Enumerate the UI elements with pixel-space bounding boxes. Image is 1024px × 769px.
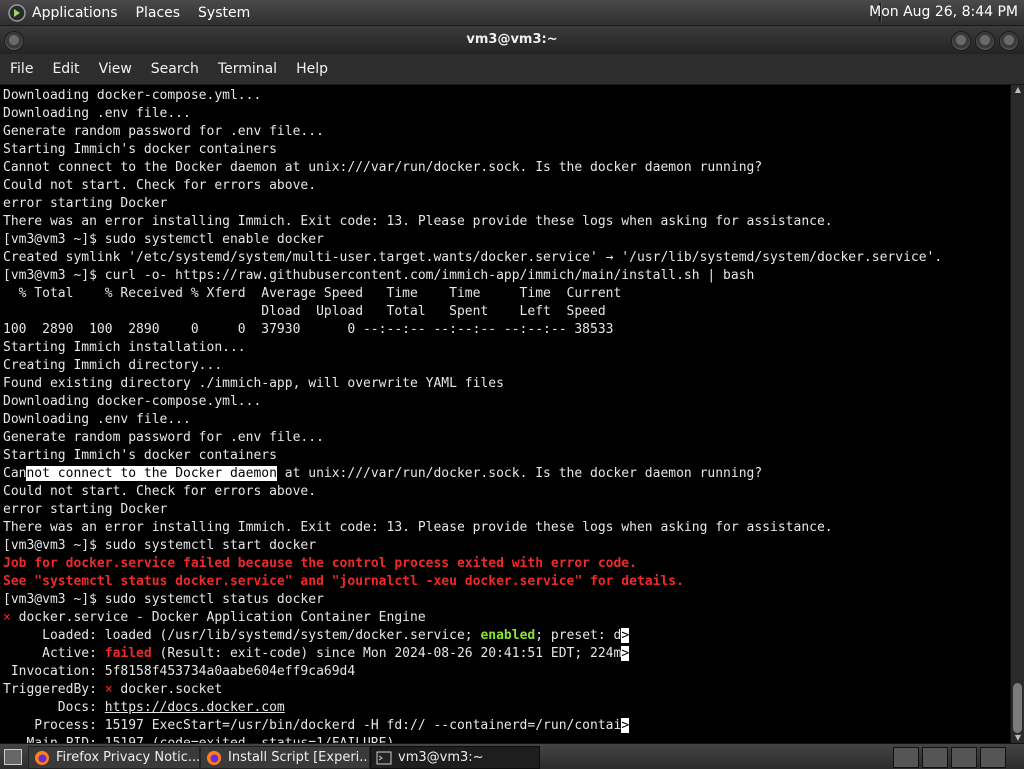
terminal-line: Creating Immich directory... <box>3 358 223 373</box>
scroll-down-icon[interactable]: ▼ <box>1011 733 1024 743</box>
enabled-label: enabled <box>480 628 536 643</box>
menu-search[interactable]: Search <box>151 61 199 77</box>
menu-file[interactable]: File <box>10 61 33 77</box>
task-label: vm3@vm3:~ <box>398 750 484 765</box>
text-selection[interactable]: not connect to the Docker daemon <box>26 466 277 481</box>
status-unit-line: × docker.service - Docker Application Co… <box>3 609 1010 627</box>
unit-desc: docker.service - Docker Application Cont… <box>10 610 426 625</box>
terminal-line: Found existing directory ./immich-app, w… <box>3 376 504 391</box>
terminal-line: Generate random password for .env file..… <box>3 124 324 139</box>
terminal-line: Starting Immich installation... <box>3 340 246 355</box>
sel-before: Can <box>3 466 27 481</box>
window-title: vm3@vm3:~ <box>466 32 558 47</box>
workspace-1[interactable] <box>893 747 919 768</box>
docs-text: Docs: <box>3 700 105 715</box>
triggered-text: TriggeredBy: <box>3 682 105 697</box>
terminal-line: [vm3@vm3 ~]$ curl -o- https://raw.github… <box>3 268 755 283</box>
status-mainpid-line: Main PID: 15197 (code=exited, status=1/F… <box>3 735 1010 743</box>
failed-x-icon: × <box>3 610 11 625</box>
terminal-line: [vm3@vm3 ~]$ sudo systemctl start docker <box>3 538 317 553</box>
terminal-line: Could not start. Check for errors above. <box>3 484 317 499</box>
clock[interactable]: Mon Aug 26, 8:44 PM <box>869 4 1018 20</box>
docs-link[interactable]: https://docs.docker.com <box>105 700 285 715</box>
task-label: Install Script [Experi... <box>228 750 370 765</box>
task-label: Firefox Privacy Notic... <box>56 750 200 765</box>
terminal-line: Starting Immich's docker containers <box>3 448 277 463</box>
workspace-3[interactable] <box>951 747 977 768</box>
status-docs-line: Docs: https://docs.docker.com <box>3 699 1010 717</box>
process-text: Process: 15197 ExecStart=/usr/bin/docker… <box>3 718 622 733</box>
terminal-line: [vm3@vm3 ~]$ sudo systemctl status docke… <box>3 592 324 607</box>
show-desktop-icon[interactable] <box>4 749 22 765</box>
terminal-line: Downloading .env file... <box>3 412 191 427</box>
truncation-marker: > <box>621 628 630 643</box>
loaded-tail: ; preset: d <box>535 628 622 643</box>
menu-terminal[interactable]: Terminal <box>218 61 277 77</box>
terminal-line: Downloading docker-compose.yml... <box>3 88 262 103</box>
terminal-line: There was an error installing Immich. Ex… <box>3 520 833 535</box>
maximize-icon[interactable] <box>975 31 995 51</box>
status-active-line: Active: failed (Result: exit-code) since… <box>3 645 1010 663</box>
truncation-marker: > <box>621 718 630 733</box>
truncation-marker: > <box>621 646 630 661</box>
error-line: See "systemctl status docker.service" an… <box>3 574 684 589</box>
minimize-icon[interactable] <box>951 31 971 51</box>
menu-help[interactable]: Help <box>296 61 328 77</box>
scrollbar-thumb[interactable] <box>1013 683 1022 733</box>
terminal-line: There was an error installing Immich. Ex… <box>3 214 833 229</box>
workspace-2[interactable] <box>922 747 948 768</box>
close-icon[interactable] <box>999 31 1019 51</box>
failed-label: failed <box>104 646 152 661</box>
menu-edit[interactable]: Edit <box>52 61 79 77</box>
window-titlebar[interactable]: vm3@vm3:~ <box>0 26 1024 54</box>
places-menu[interactable]: Places <box>136 5 181 21</box>
distro-logo-icon[interactable] <box>8 3 26 22</box>
firefox-icon <box>35 750 49 765</box>
terminal-line: % Total % Received % Xferd Average Speed… <box>3 286 622 301</box>
active-tail: (Result: exit-code) since Mon 2024-08-26… <box>151 646 622 661</box>
terminal-line: Downloading .env file... <box>3 106 191 121</box>
bottom-taskbar: Firefox Privacy Notic... Install Script … <box>0 743 1024 769</box>
failed-x-icon: × <box>104 682 113 697</box>
applications-menu[interactable]: Applications <box>32 5 118 21</box>
task-install-script[interactable]: Install Script [Experi... <box>200 746 370 769</box>
error-line: Job for docker.service failed because th… <box>3 556 637 571</box>
terminal-line: Dload Upload Total Spent Left Speed <box>3 304 606 319</box>
terminal-menubar: File Edit View Search Terminal Help <box>0 54 1024 85</box>
socket-name: docker.socket <box>112 682 223 697</box>
terminal-line: Created symlink '/etc/systemd/system/mul… <box>3 250 943 265</box>
terminal-line: Generate random password for .env file..… <box>3 430 324 445</box>
sel-after: at unix:///var/run/docker.sock. Is the d… <box>276 466 763 481</box>
terminal-line: error starting Docker <box>3 196 168 211</box>
terminal-line: error starting Docker <box>3 502 168 517</box>
terminal-scrollbar[interactable]: ▲ ▼ <box>1010 85 1024 743</box>
terminal-line: Starting Immich's docker containers <box>3 142 277 157</box>
status-process-line: Process: 15197 ExecStart=/usr/bin/docker… <box>3 717 1010 735</box>
active-text: Active: <box>3 646 105 661</box>
task-firefox-privacy[interactable]: Firefox Privacy Notic... <box>28 746 200 769</box>
terminal-output[interactable]: Downloading docker-compose.yml... Downloa… <box>0 85 1010 743</box>
scroll-up-icon[interactable]: ▲ <box>1011 85 1024 95</box>
terminal-line-selected: Cannot connect to the Docker daemon at u… <box>3 465 1010 483</box>
terminal-line: Downloading docker-compose.yml... <box>3 394 262 409</box>
terminal-icon <box>376 751 392 764</box>
status-invocation-line: Invocation: 5f8158f453734a0aabe604eff9ca… <box>3 664 356 679</box>
status-triggered-line: TriggeredBy: × docker.socket <box>3 681 1010 699</box>
task-terminal[interactable]: vm3@vm3:~ <box>370 746 540 769</box>
firefox-icon <box>207 750 221 765</box>
terminal-line: Cannot connect to the Docker daemon at u… <box>3 160 763 175</box>
workspace-4[interactable] <box>980 747 1006 768</box>
top-panel: Applications Places System Mon Aug 26, 8… <box>0 0 1024 26</box>
status-loaded-line: Loaded: loaded (/usr/lib/systemd/system/… <box>3 627 1010 645</box>
loaded-text: Loaded: loaded (/usr/lib/systemd/system/… <box>3 628 481 643</box>
menu-view[interactable]: View <box>99 61 132 77</box>
terminal-line: [vm3@vm3 ~]$ sudo systemctl enable docke… <box>3 232 324 247</box>
system-menu[interactable]: System <box>198 5 250 21</box>
terminal-line: 100 2890 100 2890 0 0 37930 0 --:--:-- -… <box>3 322 614 337</box>
terminal-line: Could not start. Check for errors above. <box>3 178 317 193</box>
